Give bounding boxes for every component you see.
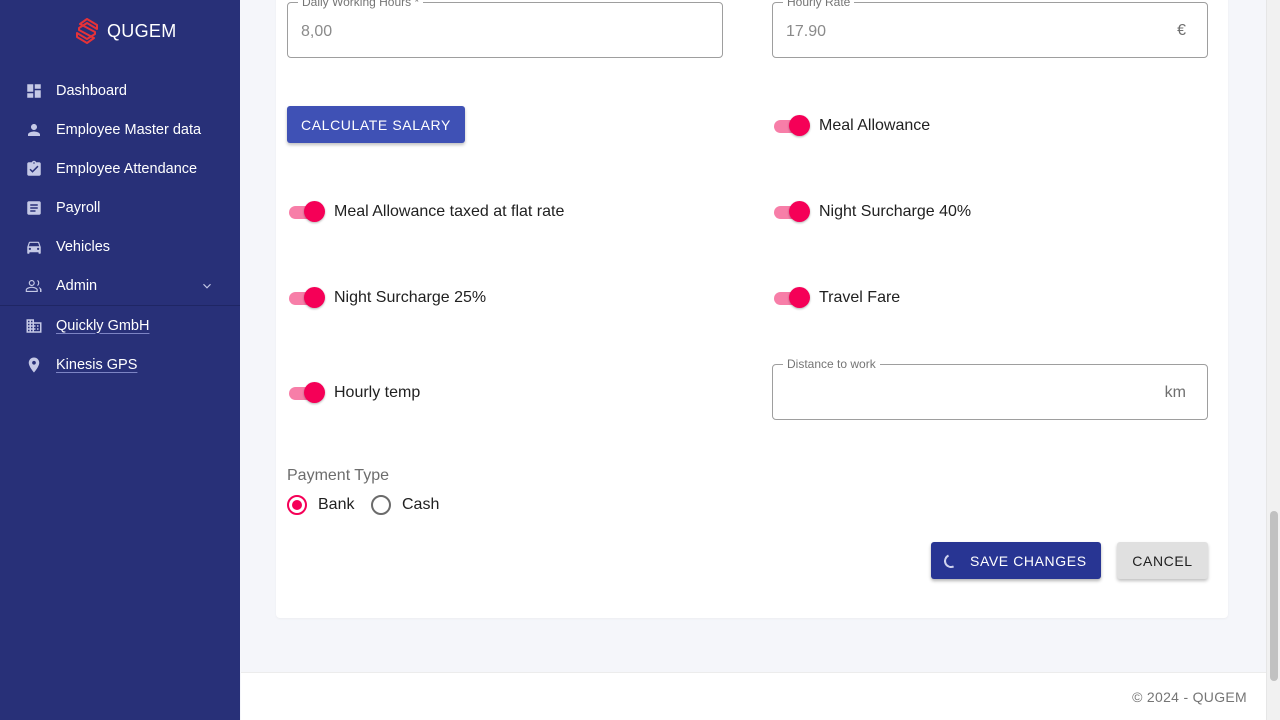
toggle-meal-allowance-flat-rate[interactable]: Meal Allowance taxed at flat rate (287, 200, 564, 224)
toggle-travel-fare[interactable]: Travel Fare (772, 286, 900, 310)
toggle-meal-allowance[interactable]: Meal Allowance (772, 114, 930, 138)
toggle-label: Night Surcharge 40% (819, 203, 972, 220)
cancel-button[interactable]: CANCEL (1117, 542, 1208, 579)
toggle-label: Meal Allowance (819, 117, 931, 134)
hourly-rate-field[interactable]: Hourly Rate 17.90 € (772, 0, 1208, 58)
radio-label: Cash (402, 496, 440, 513)
sidebar-item-label: Admin (56, 277, 98, 294)
radio-button-checked[interactable] (287, 495, 307, 515)
clipboard-check-icon (25, 160, 43, 178)
sidebar-item-employee-master-data[interactable]: Employee Master data (0, 110, 240, 149)
toggle-switch[interactable] (772, 200, 810, 224)
dashboard-icon (25, 82, 43, 100)
logo-icon (76, 18, 98, 44)
sidebar: QUGEM Dashboard Employee Master data Emp… (0, 0, 240, 720)
daily-working-hours-value: 8,00 (301, 23, 333, 40)
sidebar-item-dashboard[interactable]: Dashboard (0, 71, 240, 110)
toggle-switch[interactable] (287, 200, 325, 224)
radio-label: Bank (318, 496, 355, 513)
sidebar-item-label: Vehicles (56, 238, 111, 255)
page-scrollbar[interactable] (1266, 0, 1280, 720)
sidebar-item-label: Employee Master data (56, 121, 202, 138)
loading-spinner-icon (942, 552, 960, 570)
toggle-label: Hourly temp (334, 384, 421, 401)
users-icon (25, 277, 43, 295)
sidebar-item-kinesis-gps[interactable]: Kinesis GPS (0, 345, 240, 384)
toggle-night-surcharge-40[interactable]: Night Surcharge 40% (772, 200, 971, 224)
sidebar-item-label: Employee Attendance (56, 160, 198, 177)
distance-to-work-field[interactable]: Distance to work km (772, 357, 1208, 420)
sidebar-item-label: Kinesis GPS (56, 356, 138, 373)
radio-cash[interactable]: Cash (371, 494, 439, 516)
distance-to-work-label: Distance to work (783, 357, 880, 371)
sidebar-item-label: Dashboard (56, 82, 127, 99)
brand[interactable]: QUGEM (76, 18, 177, 44)
daily-working-hours-field[interactable]: Daily Working Hours * 8,00 (287, 0, 723, 58)
toggle-label: Meal Allowance taxed at flat rate (334, 203, 565, 220)
toggle-switch[interactable] (772, 286, 810, 310)
scrollbar-thumb[interactable] (1270, 511, 1278, 681)
toggle-switch[interactable] (287, 286, 325, 310)
building-icon (25, 317, 43, 335)
payment-type-label: Payment Type (287, 467, 389, 484)
sidebar-item-quickly-gmbh[interactable]: Quickly GmbH (0, 306, 240, 345)
km-suffix: km (1164, 384, 1186, 401)
toggle-label: Travel Fare (819, 289, 901, 306)
sidebar-item-employee-attendance[interactable]: Employee Attendance (0, 149, 240, 188)
sidebar-item-label: Quickly GmbH (56, 317, 150, 334)
toggle-label: Night Surcharge 25% (334, 289, 487, 306)
toggle-hourly-temp[interactable]: Hourly temp (287, 381, 420, 405)
daily-working-hours-label: Daily Working Hours * (298, 0, 424, 9)
brand-name: QUGEM (107, 20, 177, 41)
toggle-night-surcharge-25[interactable]: Night Surcharge 25% (287, 286, 486, 310)
footer: © 2024 - QUGEM (241, 672, 1266, 720)
sidebar-item-admin[interactable]: Admin (0, 266, 240, 305)
radio-button[interactable] (371, 495, 391, 515)
copyright-text: © 2024 - QUGEM (1132, 689, 1247, 705)
sidebar-item-vehicles[interactable]: Vehicles (0, 227, 240, 266)
hourly-rate-value: 17.90 (786, 23, 827, 40)
calculate-salary-button[interactable]: CALCULATE SALARY (287, 106, 465, 143)
hourly-rate-label: Hourly Rate (783, 0, 855, 9)
save-changes-label: SAVE CHANGES (970, 553, 1087, 569)
car-icon (25, 238, 43, 256)
toggle-switch[interactable] (287, 381, 325, 405)
save-changes-button[interactable]: SAVE CHANGES (931, 542, 1101, 579)
document-list-icon (25, 199, 43, 217)
euro-suffix: € (1177, 22, 1186, 39)
location-pin-icon (25, 356, 43, 374)
sidebar-item-label: Payroll (56, 199, 101, 216)
chevron-down-icon (203, 283, 211, 289)
person-icon (25, 121, 43, 139)
toggle-switch[interactable] (772, 114, 810, 138)
sidebar-item-payroll[interactable]: Payroll (0, 188, 240, 227)
radio-bank[interactable]: Bank (287, 494, 354, 516)
